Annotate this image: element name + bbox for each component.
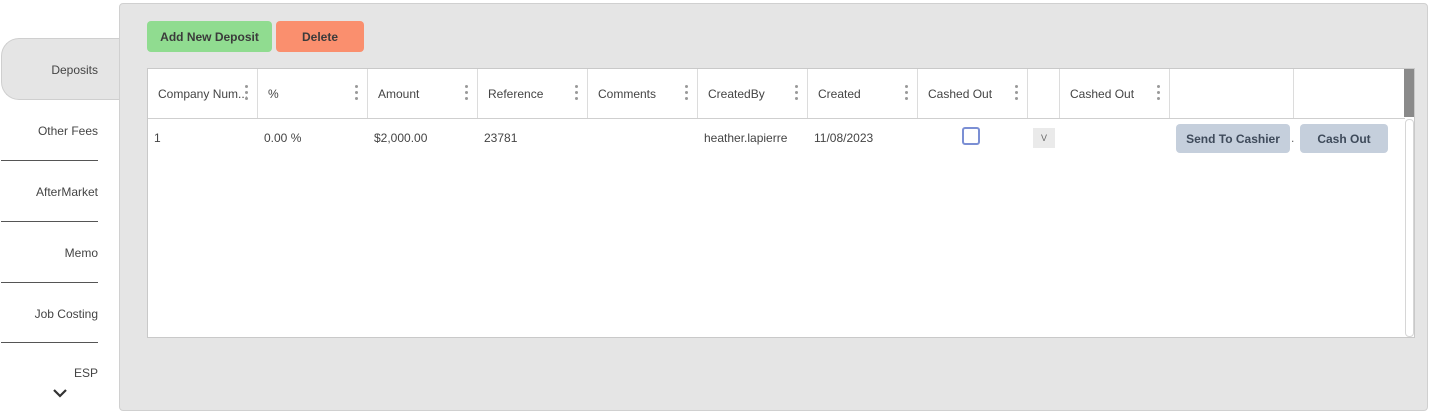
deposits-grid: Company Num... % Amount Reference Commen…	[147, 68, 1415, 338]
cell-reference: 23781	[484, 131, 518, 145]
send-to-cashier-button[interactable]: Send To Cashier	[1176, 124, 1290, 153]
column-header-created-by[interactable]: CreatedBy	[698, 69, 808, 118]
column-header-blank	[1028, 69, 1060, 118]
tab-memo[interactable]: Memo	[1, 246, 98, 260]
cell-amount: $2,000.00	[374, 131, 428, 145]
separator: .	[1291, 131, 1295, 145]
tab-divider	[1, 342, 98, 343]
column-menu-icon[interactable]	[1015, 85, 1018, 103]
tab-job-costing[interactable]: Job Costing	[1, 307, 98, 321]
add-new-deposit-button[interactable]: Add New Deposit	[147, 21, 272, 52]
column-header-actions-2	[1294, 69, 1405, 118]
tab-label: Deposits	[51, 63, 98, 77]
column-header-created[interactable]: Created	[808, 69, 918, 118]
column-menu-icon[interactable]	[905, 85, 908, 103]
tab-esp[interactable]: ESP	[1, 366, 98, 380]
column-header-percent[interactable]: %	[258, 69, 368, 118]
sidebar: Deposits Other Fees AfterMarket Memo Job…	[0, 0, 141, 412]
deposits-panel: Add New Deposit Delete Company Num... % …	[119, 3, 1428, 411]
cell-created-by: heather.lapierre	[704, 131, 788, 145]
column-menu-icon[interactable]	[465, 85, 468, 103]
tab-divider	[1, 282, 98, 283]
column-header-comments[interactable]: Comments	[588, 69, 698, 118]
column-menu-icon[interactable]	[795, 85, 798, 103]
column-menu-icon[interactable]	[355, 85, 358, 103]
tab-divider	[1, 160, 98, 161]
v-button[interactable]: V	[1033, 128, 1055, 148]
column-header-cashed-out-2[interactable]: Cashed Out	[1060, 69, 1170, 118]
grid-header: Company Num... % Amount Reference Commen…	[148, 69, 1405, 119]
cash-out-button[interactable]: Cash Out	[1300, 124, 1388, 153]
column-menu-icon[interactable]	[1157, 85, 1160, 103]
column-header-cashed-out[interactable]: Cashed Out	[918, 69, 1028, 118]
tab-aftermarket[interactable]: AfterMarket	[1, 185, 98, 199]
cell-company-num: 1	[154, 131, 161, 145]
cashed-out-checkbox[interactable]	[962, 127, 980, 145]
tab-other-fees[interactable]: Other Fees	[1, 124, 98, 138]
vertical-scrollbar[interactable]	[1405, 119, 1414, 337]
cell-percent: 0.00 %	[264, 131, 302, 145]
chevron-down-icon[interactable]	[51, 386, 69, 400]
column-header-amount[interactable]: Amount	[368, 69, 478, 118]
column-menu-icon[interactable]	[575, 85, 578, 103]
column-header-reference[interactable]: Reference	[478, 69, 588, 118]
column-header-actions	[1170, 69, 1294, 118]
table-row[interactable]: 1 0.00 % $2,000.00 23781 heather.lapierr…	[148, 119, 1405, 157]
scrollbar-thumb[interactable]	[1404, 69, 1414, 117]
delete-button[interactable]: Delete	[276, 21, 364, 52]
column-menu-icon[interactable]	[685, 85, 688, 103]
column-header-company-num[interactable]: Company Num...	[148, 69, 258, 118]
column-menu-icon[interactable]	[245, 85, 248, 103]
cell-created: 11/08/2023	[814, 131, 874, 145]
tab-divider	[1, 221, 98, 222]
